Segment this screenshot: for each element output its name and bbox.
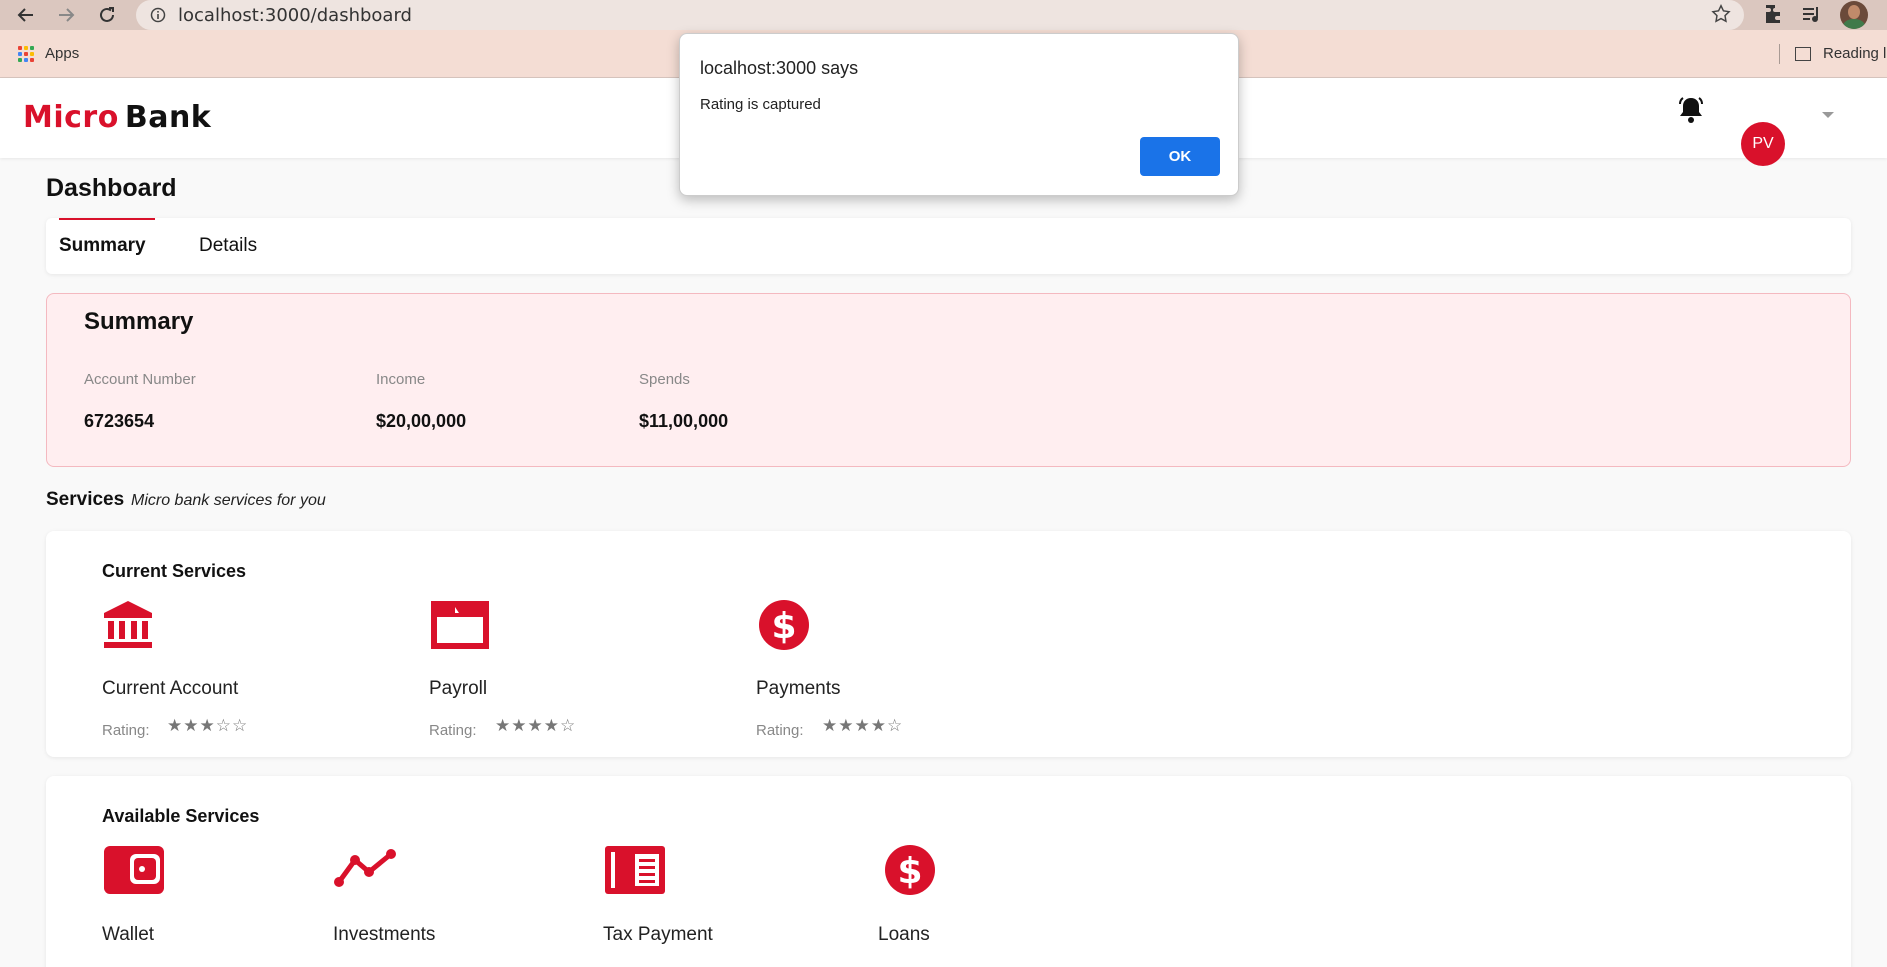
alert-dialog: localhost:3000 says Rating is captured O… [679,33,1239,196]
dialog-message: Rating is captured [700,96,821,113]
document-icon [603,844,667,901]
tab-details[interactable]: Details [199,235,257,257]
star-filled-icon[interactable]: ★ [855,717,870,734]
star-filled-icon[interactable]: ★ [511,717,526,734]
service-name: Investments [333,924,436,945]
bookmark-star-icon[interactable] [1710,3,1732,30]
star-filled-icon[interactable]: ★ [167,717,182,734]
service-name: Loans [878,924,930,945]
forward-arrow-icon[interactable] [52,1,80,29]
star-empty-icon[interactable]: ☆ [216,717,231,734]
star-filled-icon[interactable]: ★ [822,717,837,734]
info-icon[interactable] [150,7,166,23]
star-rating[interactable]: ★ ★ ★ ☆ ☆ [167,717,247,734]
logo-micro: Micro [23,100,119,135]
star-rating[interactable]: ★ ★ ★ ★ ☆ [822,717,902,734]
star-filled-icon[interactable]: ★ [871,717,886,734]
user-avatar[interactable]: PV [1741,122,1785,166]
address-bar[interactable]: localhost:3000/dashboard [136,0,1744,30]
apps-bookmark[interactable]: Apps [18,45,79,62]
micro-bank-logo[interactable]: Micro Bank [23,100,211,135]
star-filled-icon[interactable]: ★ [495,717,510,734]
back-arrow-icon[interactable] [12,1,40,29]
current-services-title: Current Services [102,561,247,581]
url-text[interactable]: localhost:3000/dashboard [178,5,412,26]
media-queue-icon[interactable] [1800,2,1824,31]
account-number-label: Account Number [84,371,196,388]
svg-text:$: $ [771,606,796,647]
service-name: Payroll [429,678,488,699]
bank-icon [102,599,154,654]
divider [1779,44,1780,64]
profile-photo[interactable] [1840,1,1868,29]
svg-text:$: $ [897,851,922,892]
rating-label: Rating: [102,722,150,739]
ok-button[interactable]: OK [1140,137,1220,176]
star-empty-icon[interactable]: ☆ [560,717,575,734]
tab-bar: Summary Details [46,218,1851,274]
star-rating[interactable]: ★ ★ ★ ★ ☆ [495,717,575,734]
reading-list-icon [1795,46,1811,61]
reload-icon[interactable] [93,1,121,29]
dollar-icon: $ [758,599,810,656]
summary-title: Summary [84,308,194,335]
service-name: Tax Payment [603,924,713,945]
star-filled-icon[interactable]: ★ [200,717,215,734]
star-filled-icon[interactable]: ★ [528,717,543,734]
service-name: Current Account [102,678,239,699]
services-heading: Services [46,489,125,510]
star-empty-icon[interactable]: ☆ [887,717,902,734]
reading-list-label: Reading l [1823,45,1887,62]
available-services-card: Available Services Wallet Investments Ta… [46,776,1851,967]
dialog-title: localhost:3000 says [700,58,859,78]
spends-label: Spends [639,371,690,388]
summary-card: Summary Account Number 6723654 Income $2… [46,293,1851,467]
current-services-card: Current Services Current Account Rating:… [46,531,1851,757]
folder-icon [429,599,491,656]
apps-label: Apps [45,45,80,62]
tab-summary[interactable]: Summary [59,235,146,257]
apps-grid-icon [18,45,34,62]
income-label: Income [376,371,426,388]
star-filled-icon[interactable]: ★ [838,717,853,734]
rating-label: Rating: [429,722,477,739]
rating-label: Rating: [756,722,804,739]
logo-bank: Bank [124,100,212,135]
trend-icon [333,844,397,901]
available-services-title: Available Services [102,806,260,826]
chevron-down-icon[interactable] [1822,112,1834,118]
services-subheading: Micro bank services for you [131,492,326,509]
star-filled-icon[interactable]: ★ [183,717,198,734]
extensions-icon[interactable] [1762,2,1786,31]
star-empty-icon[interactable]: ☆ [232,717,247,734]
wallet-icon [102,844,166,901]
page-title: Dashboard [46,174,177,202]
active-tab-indicator [59,218,155,220]
spends-value: $11,00,000 [639,411,729,431]
star-filled-icon[interactable]: ★ [544,717,559,734]
account-number-value: 6723654 [84,411,155,431]
service-name: Payments [756,678,841,699]
dollar-icon: $ [884,844,936,901]
service-name: Wallet [102,924,155,945]
reading-list-button[interactable]: Reading l [1779,44,1887,64]
browser-toolbar: localhost:3000/dashboard [0,0,1887,30]
income-value: $20,00,000 [376,411,467,431]
notification-bell-icon[interactable] [1677,95,1705,130]
